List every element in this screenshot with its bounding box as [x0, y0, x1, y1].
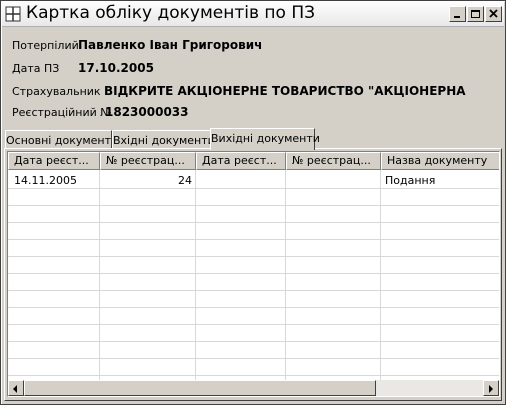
- table-cell[interactable]: [288, 172, 378, 189]
- window-title: Картка обліку документів по ПЗ: [26, 3, 316, 23]
- documents-grid[interactable]: Дата реєст... № реєстрац... Дата реєст..…: [7, 151, 500, 397]
- horizontal-scrollbar[interactable]: [8, 380, 499, 396]
- table-cell[interactable]: 24: [102, 172, 192, 189]
- grid-row-line: [8, 273, 499, 274]
- minimize-button[interactable]: [449, 6, 466, 22]
- victim-value: Павленко Іван Григорович: [78, 38, 263, 52]
- column-header-reg-number[interactable]: № реєстрац...: [100, 152, 196, 170]
- column-header-reg-date-2[interactable]: Дата реєст...: [196, 152, 286, 170]
- table-cell[interactable]: Подання: [385, 172, 497, 189]
- date-value: 17.10.2005: [78, 61, 154, 75]
- arrow-right-icon: [489, 385, 493, 393]
- grid-row-line: [8, 256, 499, 257]
- close-button[interactable]: [485, 6, 502, 22]
- scroll-left-button[interactable]: [8, 380, 24, 396]
- insurer-value: ВІДКРИТЕ АКЦІОНЕРНЕ ТОВАРИСТВО "АКЦІОНЕР…: [104, 84, 466, 98]
- scroll-right-button[interactable]: [483, 380, 499, 396]
- close-icon: [489, 9, 498, 18]
- tab-incoming-documents[interactable]: Вхідні документи: [112, 130, 215, 149]
- regnum-value: 1823000033: [105, 105, 189, 119]
- maximize-button[interactable]: [467, 6, 484, 22]
- tab-main-documents[interactable]: Основні документи: [5, 130, 118, 149]
- column-header-document-name[interactable]: Назва документу: [381, 152, 499, 170]
- tab-outgoing-documents[interactable]: Вихідні документи: [210, 128, 320, 150]
- grid-column-line: [380, 170, 381, 382]
- grid-column-line: [195, 170, 196, 382]
- grid-row-line: [8, 341, 499, 342]
- grid-row-line: [8, 222, 499, 223]
- grid-column-line: [99, 170, 100, 382]
- grid-column-line: [285, 170, 286, 382]
- grid-row-line: [8, 375, 499, 376]
- grid-row-line: [8, 324, 499, 325]
- grid-icon: [5, 6, 21, 22]
- grid-row-line: [8, 205, 499, 206]
- grid-row-line: [8, 290, 499, 291]
- grid-row-line: [8, 307, 499, 308]
- minimize-icon: [454, 16, 460, 18]
- regnum-label: Реєстраційний №: [12, 106, 112, 119]
- scrollbar-thumb[interactable]: [24, 380, 376, 396]
- title-bar[interactable]: Картка обліку документів по ПЗ: [2, 2, 504, 27]
- table-cell[interactable]: [198, 172, 282, 189]
- table-cell[interactable]: 14.11.2005: [14, 172, 98, 189]
- grid-row-line: [8, 239, 499, 240]
- column-header-reg-number-2[interactable]: № реєстрац...: [286, 152, 381, 170]
- maximize-icon: [471, 10, 480, 18]
- insurer-label: Страхувальник: [12, 85, 101, 98]
- victim-label: Потерпілий: [12, 39, 79, 52]
- column-header-reg-date[interactable]: Дата реєст...: [8, 152, 100, 170]
- document-card-window: Картка обліку документів по ПЗ Потерпіли…: [0, 0, 506, 405]
- arrow-left-icon: [13, 385, 17, 393]
- grid-row-line: [8, 358, 499, 359]
- date-label: Дата ПЗ: [12, 62, 60, 75]
